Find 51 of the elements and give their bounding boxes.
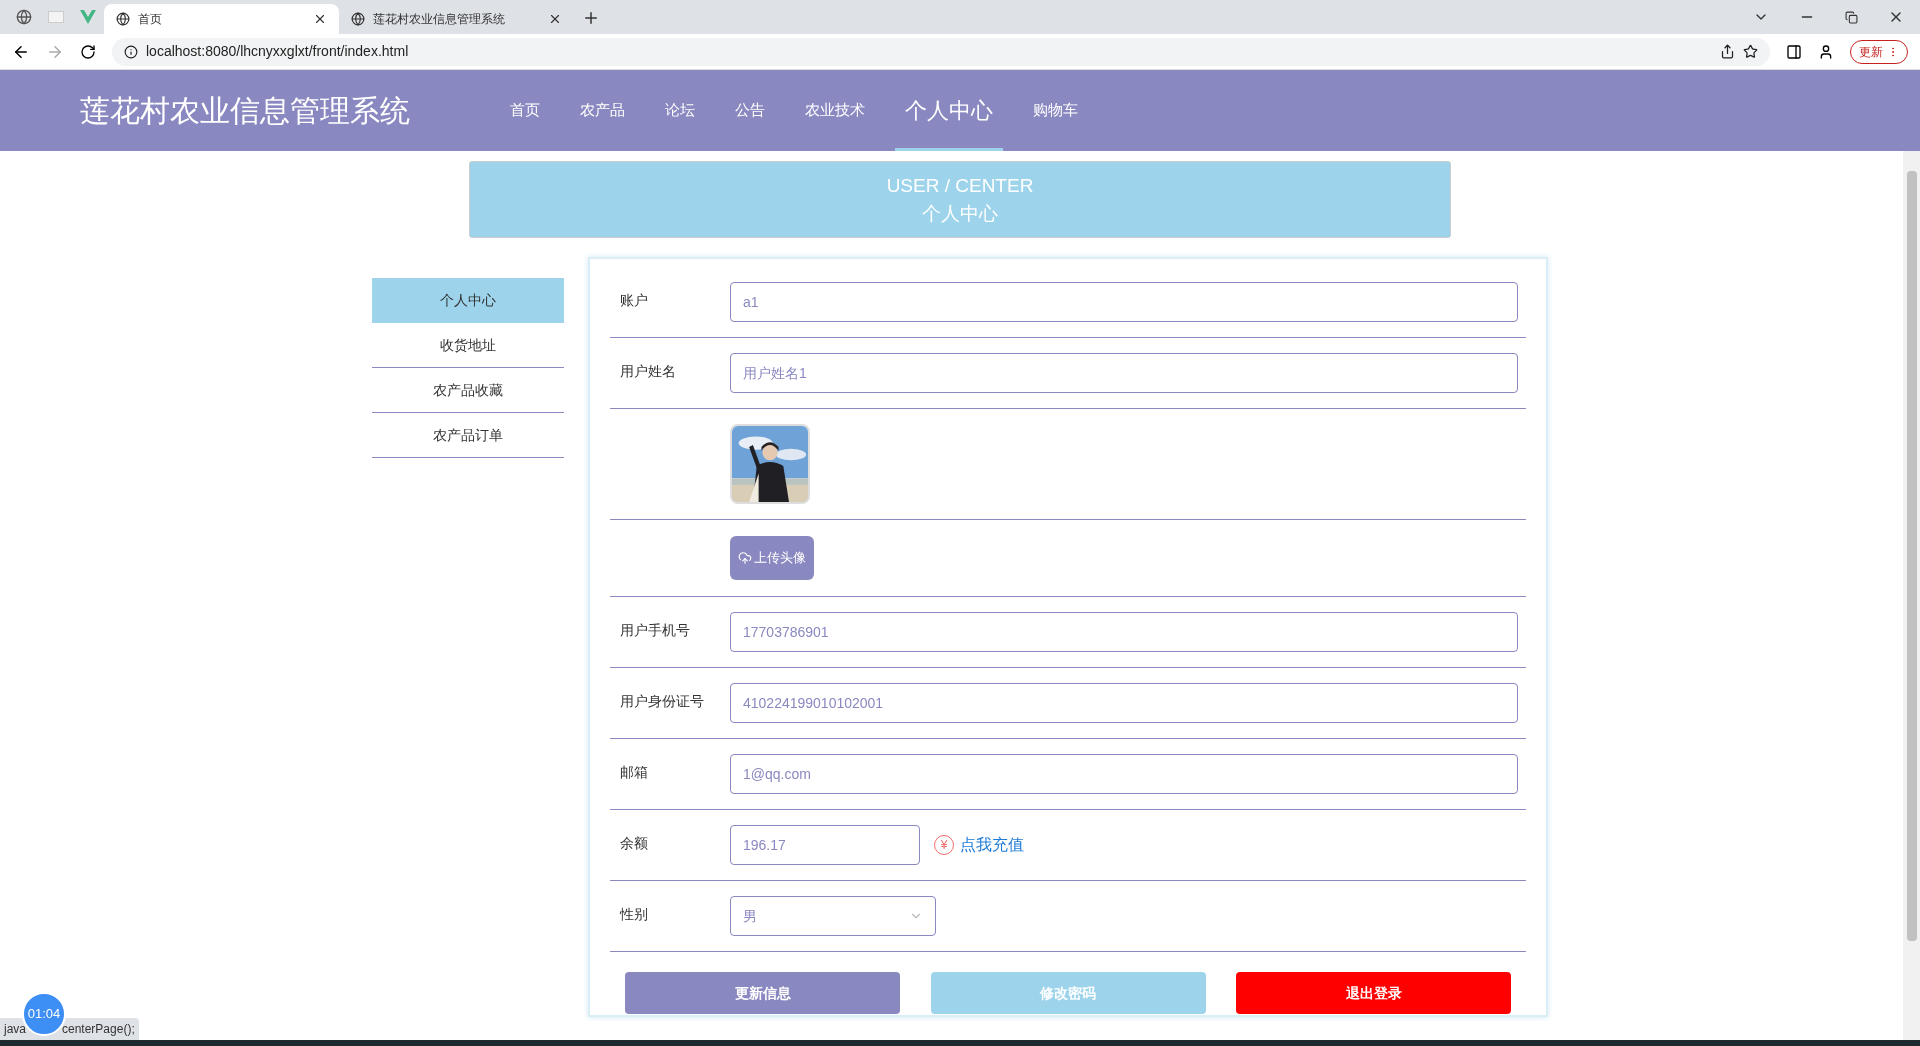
upload-avatar-button[interactable]: 上传头像: [730, 536, 814, 580]
field-label: 余额: [620, 834, 649, 853]
sidebar-item[interactable]: 收货地址: [372, 323, 564, 368]
sidebar-item[interactable]: 农产品收藏: [372, 368, 564, 413]
globe-icon: [351, 12, 365, 26]
banner-subtitle: 个人中心: [922, 201, 998, 226]
nav-link[interactable]: 首页: [500, 70, 550, 151]
nav-link[interactable]: 公告: [725, 70, 775, 151]
input-field[interactable]: 410224199010102001: [730, 683, 1518, 723]
star-icon[interactable]: [1743, 44, 1758, 59]
field-label: 用户身份证号: [620, 692, 705, 711]
share-icon[interactable]: [1720, 44, 1735, 59]
field-label: 性别: [620, 905, 649, 924]
nav-link[interactable]: 购物车: [1023, 70, 1088, 151]
field-label: 用户手机号: [620, 621, 691, 640]
status-text: centerPage();: [62, 1021, 135, 1038]
nav-link[interactable]: 农产品: [570, 70, 635, 151]
browser-tab[interactable]: 首页: [104, 4, 339, 34]
sidebar-item[interactable]: 个人中心: [372, 278, 564, 323]
globe-icon: [116, 12, 130, 26]
nav-link[interactable]: 论坛: [655, 70, 705, 151]
recharge-link[interactable]: 点我充值: [960, 833, 1024, 857]
status-text: java: [4, 1021, 26, 1038]
sidebar-item[interactable]: 农产品订单: [372, 413, 564, 458]
nav-link[interactable]: 农业技术: [795, 70, 875, 151]
address-field[interactable]: localhost:8080/lhcnyxxglxt/front/index.html: [112, 37, 1770, 66]
input-field[interactable]: 196.17: [730, 825, 920, 865]
nav-link[interactable]: 个人中心: [895, 70, 1003, 151]
site-title: 莲花村农业信息管理系统: [80, 93, 411, 129]
input-field[interactable]: 1@qq.com: [730, 754, 1518, 794]
info-icon: [124, 44, 138, 59]
banner-title: USER / CENTER: [886, 173, 1034, 198]
gender-select[interactable]: 男: [730, 896, 936, 936]
close-icon[interactable]: [548, 12, 562, 26]
reload-icon[interactable]: [80, 43, 96, 60]
profile-icon[interactable]: [1818, 43, 1834, 60]
form-button[interactable]: 退出登录: [1236, 972, 1511, 1014]
field-label: 账户: [620, 291, 649, 310]
globe-icon[interactable]: [16, 9, 32, 25]
input-field[interactable]: a1: [730, 282, 1518, 322]
field-label: 用户姓名: [620, 362, 677, 381]
new-tab-icon[interactable]: [582, 9, 600, 27]
cloud-upload-icon: [738, 551, 752, 565]
close-icon[interactable]: [313, 12, 327, 26]
input-field[interactable]: 17703786901: [730, 612, 1518, 652]
side-panel-icon[interactable]: [1786, 43, 1802, 60]
browser-tab[interactable]: 莲花村农业信息管理系统: [339, 4, 574, 34]
field-label: 邮箱: [620, 763, 649, 782]
form-button[interactable]: 更新信息: [625, 972, 900, 1014]
input-field[interactable]: 用户姓名1: [730, 353, 1518, 393]
restore-icon[interactable]: [1845, 10, 1858, 24]
